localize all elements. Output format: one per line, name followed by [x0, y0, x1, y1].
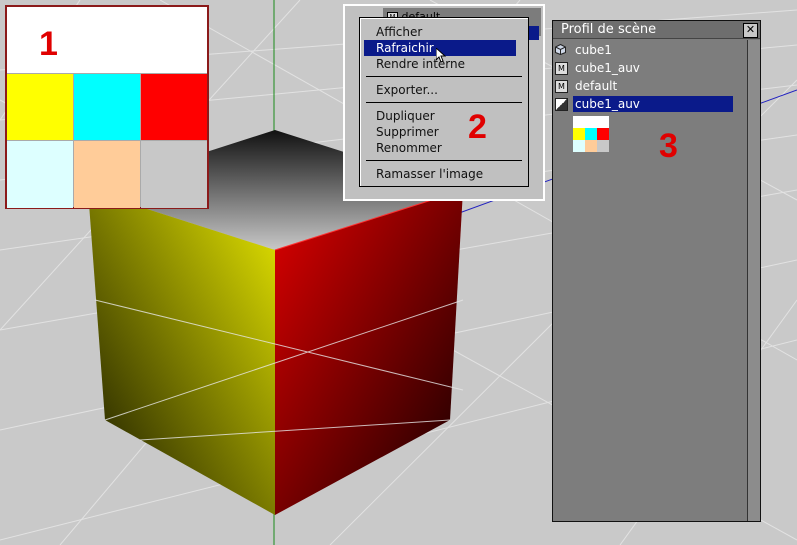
thumb-swatch [597, 128, 609, 140]
tree-item-label: cube1_auv [575, 61, 640, 75]
swatch-grid-lines [7, 73, 207, 207]
material-icon: M [555, 62, 568, 75]
context-menu: Afficher Rafraichir Rendre interne Expor… [359, 17, 529, 187]
callout-3: 3 [659, 127, 678, 165]
menu-item-afficher[interactable]: Afficher [364, 24, 516, 40]
texture-swatch-panel: 1 [5, 5, 209, 209]
thumb-swatch [597, 140, 609, 152]
menu-item-rendre-interne[interactable]: Rendre interne [364, 56, 516, 72]
menu-separator [366, 160, 522, 161]
menu-item-renommer[interactable]: Renommer [364, 140, 516, 156]
tree-item-label-selected: cube1_auv [573, 96, 733, 112]
menu-item-ramasser-image[interactable]: Ramasser l'image [364, 166, 516, 182]
thumb-swatch [585, 140, 597, 152]
menu-item-dupliquer[interactable]: Dupliquer [364, 108, 516, 124]
thumb-swatch [585, 128, 597, 140]
tree-item-label: cube1 [575, 43, 612, 57]
scene-profile-panel: Profil de scène ✕ cube1 M cube1_auv M de… [552, 20, 761, 522]
cube-icon [555, 44, 566, 55]
swatch-top [7, 7, 207, 73]
panel-title: Profil de scène [553, 21, 760, 39]
panel-scrollbar[interactable] [747, 40, 760, 521]
texture-thumbnail [573, 116, 609, 152]
menu-item-exporter[interactable]: Exporter... [364, 82, 516, 98]
callout-2: 2 [468, 108, 487, 146]
context-menu-frame: M default Afficher Rafraichir Rendre int… [343, 4, 545, 201]
menu-separator [366, 102, 522, 103]
material-icon: M [555, 80, 568, 93]
menu-item-supprimer[interactable]: Supprimer [364, 124, 516, 140]
thumb-swatch [573, 140, 585, 152]
menu-separator [366, 76, 522, 77]
texture-icon [555, 98, 568, 111]
callout-1: 1 [39, 25, 58, 63]
tree-item-label: default [575, 79, 618, 93]
thumb-swatch [573, 128, 585, 140]
close-icon[interactable]: ✕ [743, 23, 758, 38]
